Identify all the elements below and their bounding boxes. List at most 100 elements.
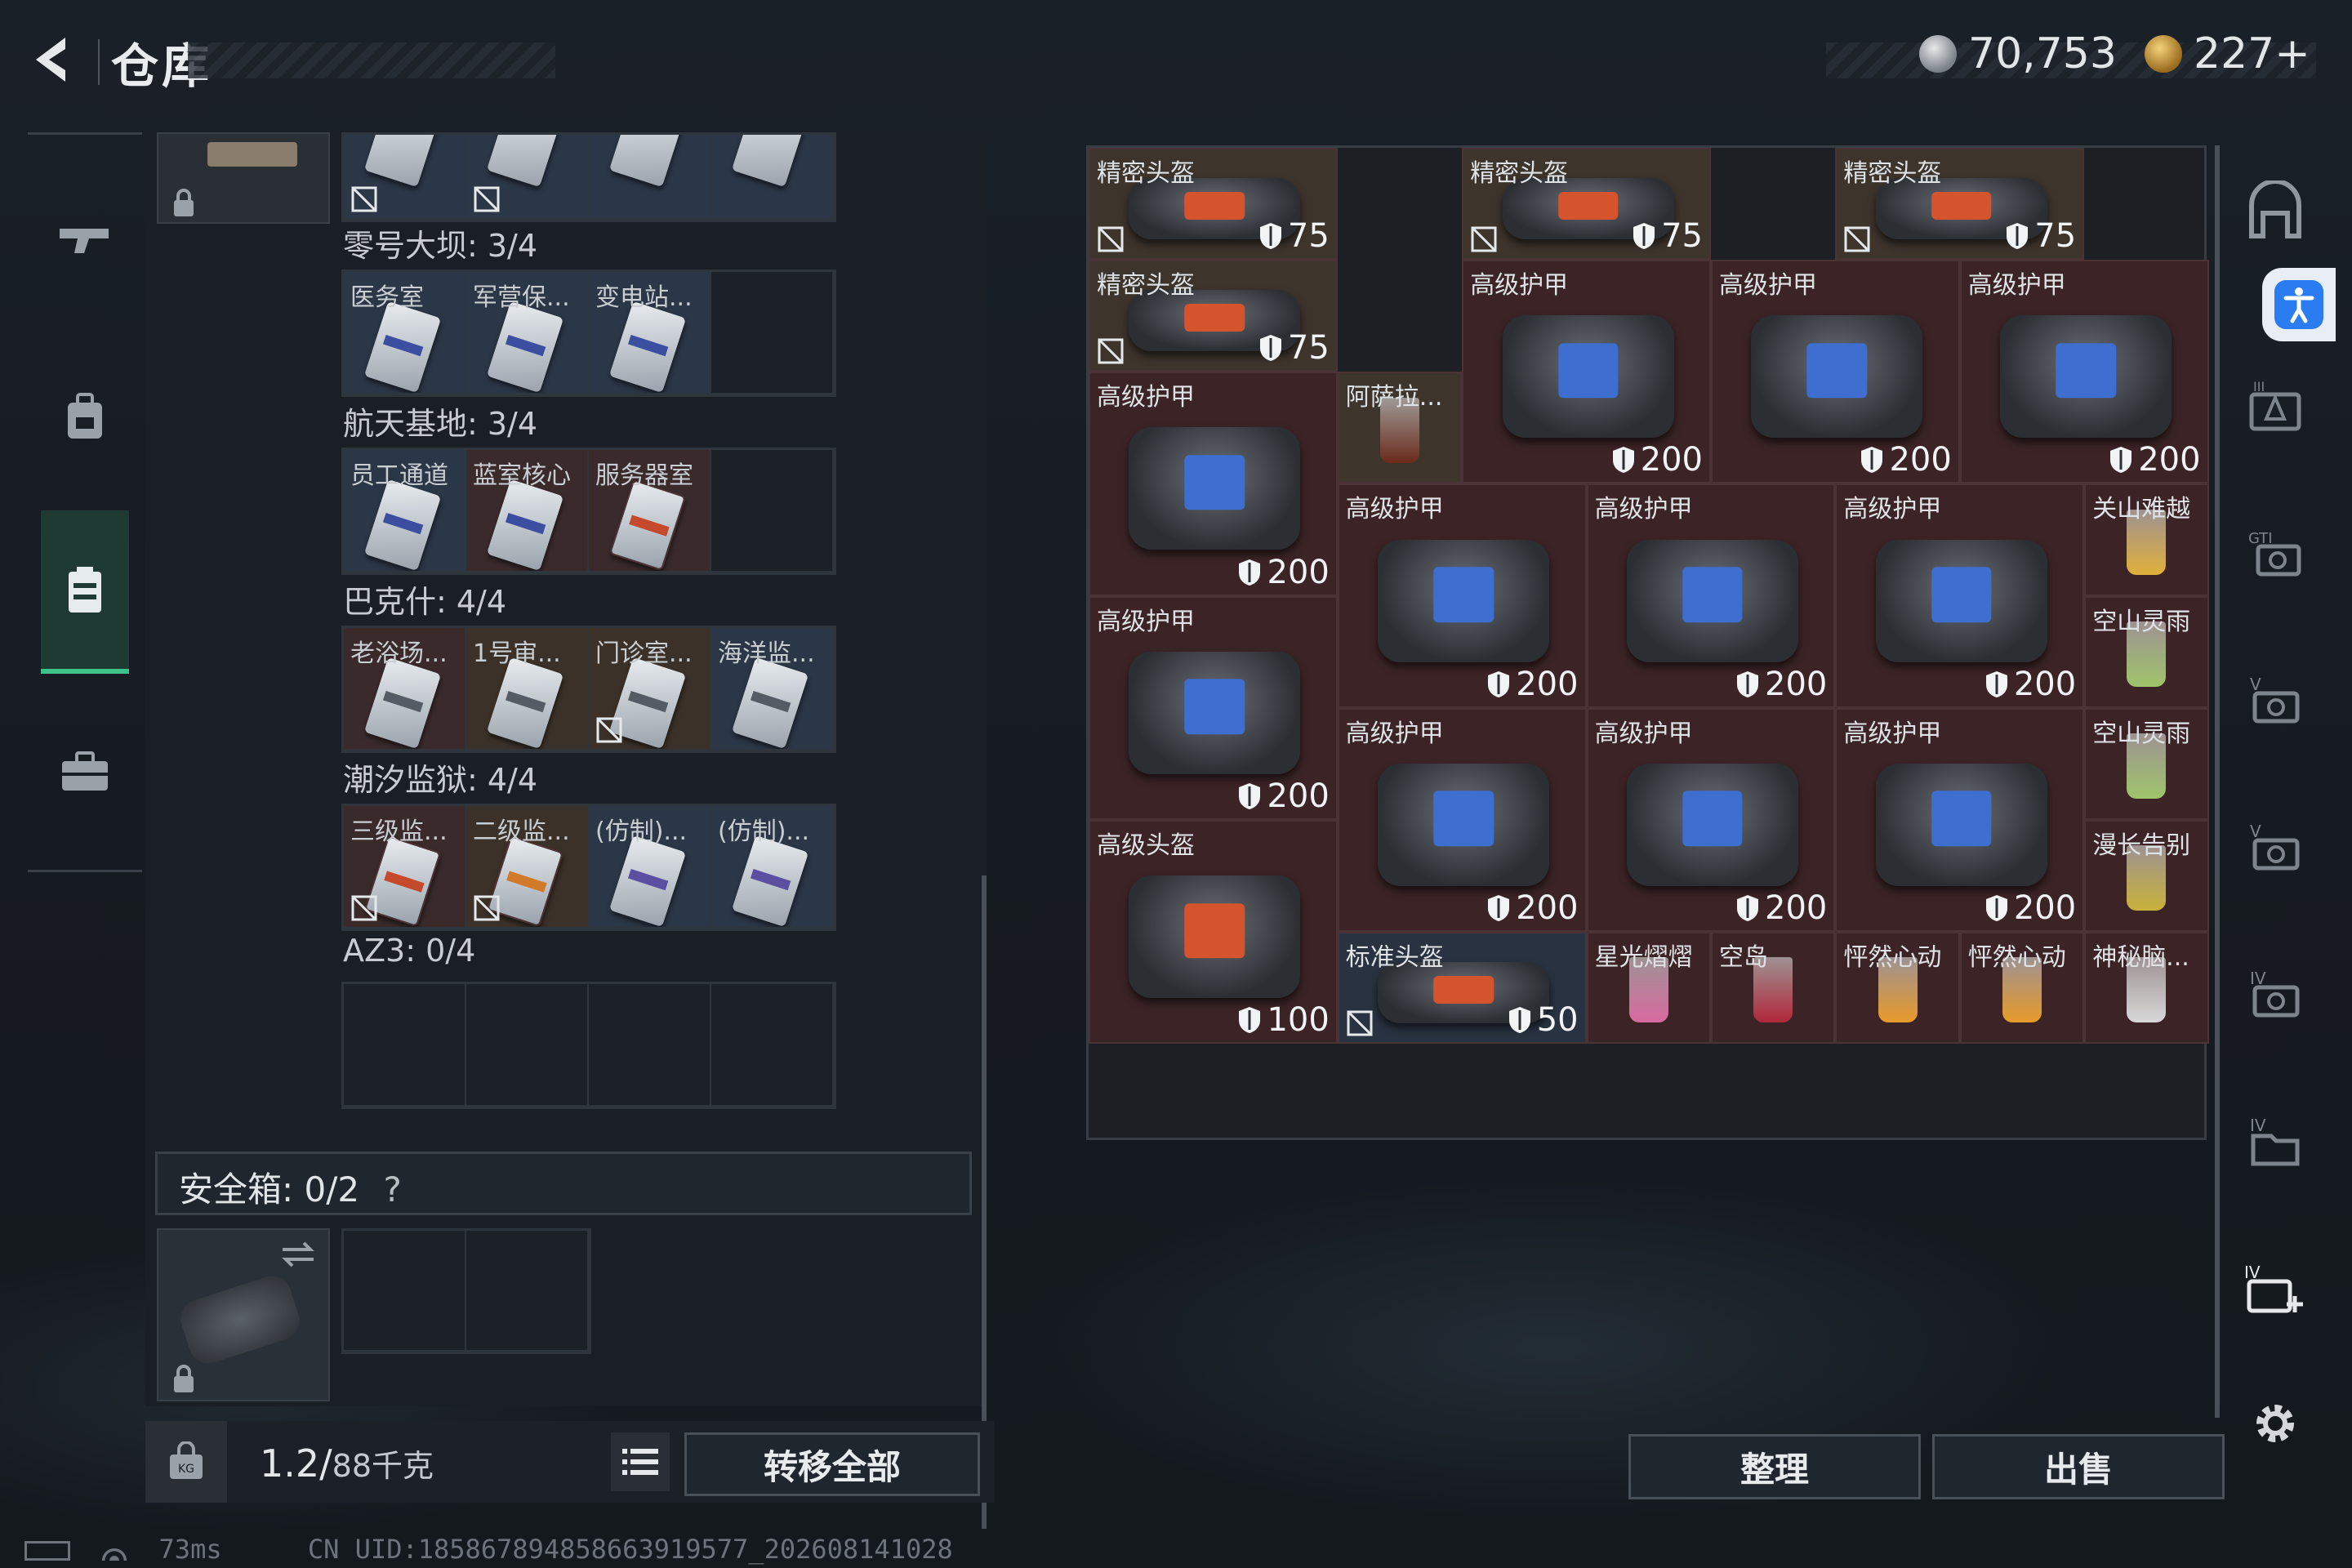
key-slot[interactable]: (仿制)... — [589, 806, 711, 929]
swap-icon[interactable] — [279, 1238, 317, 1271]
left-nav — [28, 132, 142, 872]
warehouse-item-armor[interactable]: 高级护甲 200 — [1586, 707, 1836, 933]
safebox-slot[interactable] — [157, 1228, 330, 1401]
nav-tab-iv[interactable]: IV — [2234, 954, 2316, 1036]
warehouse-item-drink[interactable]: 关山难越 — [2084, 483, 2209, 596]
nav-tab-3[interactable]: III — [2234, 366, 2316, 448]
empty-key-slot[interactable] — [711, 984, 834, 1107]
uid-text: CN UID:185867894858663919577_20260814102… — [307, 1534, 953, 1565]
warehouse-item-armor[interactable]: 高级护甲 200 — [1835, 707, 2085, 933]
warehouse-item-armor[interactable]: 高级护甲 200 — [1711, 260, 1960, 484]
list-icon — [622, 1449, 658, 1475]
warehouse-item-drink[interactable]: 怦然心动 — [1959, 932, 2085, 1045]
item-name: 高级护甲 — [1719, 271, 1817, 301]
key-slot[interactable]: 海洋监... — [711, 628, 834, 751]
key-slot[interactable]: 服务器室 — [589, 450, 711, 572]
empty-key-slot[interactable] — [344, 984, 466, 1107]
item-name: 高级护甲 — [1470, 271, 1569, 301]
empty-key-slot[interactable] — [589, 984, 711, 1107]
warehouse-item-drink[interactable]: 阿萨拉... — [1337, 372, 1463, 484]
armor-bag-image — [1875, 763, 2047, 886]
rig-slot[interactable] — [157, 132, 330, 224]
warehouse-item-drink[interactable]: 星光熠熠 — [1586, 932, 1711, 1045]
key-slot[interactable]: 老浴场... — [344, 628, 466, 751]
key-slot[interactable]: 医务室 — [344, 272, 466, 394]
nav-tab-gti[interactable]: GTI — [2234, 513, 2316, 595]
warehouse-item-armor[interactable]: 高级护甲 200 — [1586, 483, 1836, 708]
currency-gold[interactable]: 227+ — [2145, 29, 2310, 78]
key-slot[interactable]: 门诊室... — [589, 628, 711, 751]
inventory-footer: KG 1.2/88千克 转移全部 — [145, 1421, 995, 1503]
nav-add-tab[interactable]: IV — [2234, 1248, 2316, 1330]
durability-value: 200 — [1267, 553, 1330, 591]
warehouse-item-drink[interactable]: 空山灵雨 — [2084, 595, 2209, 708]
key-slot[interactable]: 军营保... — [466, 272, 589, 394]
nav-tab-v2[interactable]: V — [2234, 807, 2316, 889]
key-slot[interactable]: (仿制)... — [711, 806, 834, 929]
warehouse-item-drink[interactable]: 空山灵雨 — [2084, 707, 2209, 820]
key-slot[interactable]: 蓝室核心 — [466, 450, 589, 572]
item-name: 空山灵雨 — [2092, 607, 2191, 636]
warehouse-item-helmet[interactable]: 精密头盔 75 — [1089, 148, 1338, 261]
settings-button[interactable] — [2234, 1395, 2316, 1452]
key-slot[interactable]: 二级监... — [466, 806, 589, 929]
nav-weapons[interactable] — [28, 159, 142, 323]
backpack-icon — [68, 393, 102, 439]
warehouse-item-armor[interactable]: 高级护甲 200 — [1835, 483, 2085, 708]
nav-warehouse-home[interactable] — [2234, 170, 2316, 252]
key-slot[interactable]: 1号审... — [466, 628, 589, 751]
warehouse-item-armor[interactable]: 高级护甲 200 — [1337, 483, 1587, 708]
no-drop-icon — [1471, 226, 1497, 252]
nav-tab-iv-folder[interactable]: IV — [2234, 1101, 2316, 1183]
shield-icon — [1633, 223, 1655, 250]
empty-safe-slot[interactable] — [466, 1231, 589, 1352]
helmet-bag-image — [1129, 875, 1301, 999]
warehouse-item-armor[interactable]: 高级护甲 200 — [1959, 260, 2209, 484]
warehouse-item-helmet[interactable]: 精密头盔 75 — [1835, 148, 2085, 261]
key-slot[interactable]: 三级监... — [344, 806, 466, 929]
accessibility-button[interactable] — [2262, 268, 2336, 341]
warehouse-item-armor[interactable]: 高级护甲 200 — [1337, 707, 1587, 933]
safebox-header: 安全箱: 0/2 ? — [155, 1152, 972, 1215]
sort-button[interactable]: 整理 — [1628, 1434, 1921, 1499]
key-slot[interactable] — [589, 135, 711, 220]
warehouse-item-drink[interactable]: 漫长告别 — [2084, 819, 2209, 933]
warehouse-item-armor[interactable]: 高级护甲 200 — [1462, 260, 1711, 484]
warehouse-item-armor[interactable]: 高级护甲 200 — [1089, 372, 1338, 596]
safebox-label: 安全箱: 0/2 — [179, 1169, 360, 1209]
item-name: 神秘脑... — [2092, 943, 2189, 973]
warehouse-item-helmet[interactable]: 精密头盔 75 — [1462, 148, 1711, 261]
empty-key-slot[interactable] — [466, 984, 589, 1107]
key-slot[interactable] — [344, 135, 466, 220]
nav-case[interactable] — [28, 690, 142, 853]
key-slot[interactable] — [711, 135, 834, 220]
key-slot[interactable]: 员工通道 — [344, 450, 466, 572]
warehouse-item-helmet[interactable]: 精密头盔 75 — [1089, 260, 1338, 372]
armor-bag-image — [2000, 315, 2172, 439]
key-slot[interactable]: 变电站... — [589, 272, 711, 394]
warehouse-item-helmet[interactable]: 高级头盔 100 — [1089, 819, 1338, 1045]
empty-safe-slot[interactable] — [344, 1231, 466, 1352]
warehouse-item-drink[interactable]: 怦然心动 — [1835, 932, 1960, 1045]
transfer-all-button[interactable]: 转移全部 — [684, 1432, 980, 1496]
help-icon[interactable]: ? — [383, 1169, 401, 1209]
nav-backpack[interactable] — [28, 336, 142, 499]
title-underline-decoration — [188, 42, 555, 78]
key-slot[interactable] — [466, 135, 589, 220]
nav-vest[interactable] — [41, 510, 129, 674]
durability: 200 — [1486, 666, 1579, 703]
empty-key-slot[interactable] — [711, 272, 834, 394]
warehouse-item-helmet[interactable]: 标准头盔 50 — [1337, 932, 1587, 1045]
weight-capacity: 88千克 — [332, 1448, 434, 1484]
sell-button[interactable]: 出售 — [1932, 1434, 2225, 1499]
warehouse-item-armor[interactable]: 高级护甲 200 — [1089, 595, 1338, 820]
empty-key-slot[interactable] — [711, 450, 834, 572]
shield-icon — [1985, 670, 2007, 697]
warehouse-item-drink[interactable]: 神秘脑... — [2084, 932, 2209, 1045]
warehouse-item-drink[interactable]: 空岛 — [1711, 932, 1836, 1045]
list-view-button[interactable] — [611, 1432, 670, 1491]
item-name: 空山灵雨 — [2092, 719, 2191, 748]
back-button[interactable] — [24, 31, 82, 88]
durability: 200 — [1984, 889, 2076, 927]
nav-tab-v[interactable]: V — [2234, 660, 2316, 742]
